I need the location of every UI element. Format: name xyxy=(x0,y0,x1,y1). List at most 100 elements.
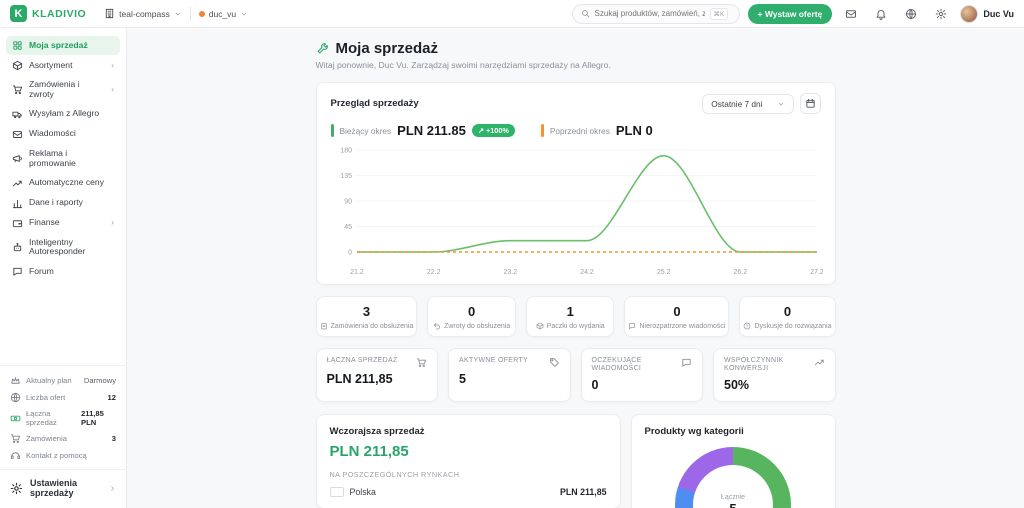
kpi-pending-messages: OCZEKUJĄCE WIADOMOŚCI 0 xyxy=(580,348,703,402)
chevron-down-icon xyxy=(174,10,182,18)
markets-label: NA POSZCZEGÓLNYCH RYNKACH xyxy=(329,469,460,479)
stat-value: 211,85 PLN xyxy=(81,409,104,427)
box-icon xyxy=(12,60,23,71)
sidebar-item-moja-sprzedaz[interactable]: Moja sprzedaż xyxy=(6,36,120,55)
sidebar-item-automatyczne-ceny[interactable]: Automatyczne ceny xyxy=(6,174,120,193)
kpi-label: WSPÓŁCZYNNIK KONWERSJI xyxy=(724,357,784,373)
stat-label: Zamówienia xyxy=(26,434,67,443)
sidebar-item-asortyment[interactable]: Asortyment › xyxy=(6,56,120,75)
sidebar-item-finanse[interactable]: Finanse › xyxy=(6,214,120,233)
quick-value: 3 xyxy=(362,304,371,319)
date-range-select[interactable]: Ostatnie 7 dni xyxy=(702,93,794,114)
quick-value: 0 xyxy=(673,304,681,319)
wallet-icon xyxy=(12,218,23,229)
workspace-dropdown[interactable]: teal-compass xyxy=(104,8,182,19)
bar-chart-icon xyxy=(12,198,23,209)
legend-previous-period: Poprzedni okres PLN 0 xyxy=(540,123,653,138)
globe-icon xyxy=(10,392,21,403)
brand-name: KLADIVIO xyxy=(32,7,87,20)
search-box[interactable]: ⌘K xyxy=(571,3,740,24)
sidebar-item-label: Moja sprzedaż xyxy=(29,39,88,50)
chevron-down-icon xyxy=(240,10,248,18)
legend-label: Poprzedni okres xyxy=(549,125,610,136)
sidebar-item-label: Wysyłam z Allegro xyxy=(29,108,100,119)
settings-label: Ustawienia sprzedaży xyxy=(30,478,78,498)
globe-icon[interactable] xyxy=(900,3,922,25)
page-header: Moja sprzedaż Witaj ponownie, Duc Vu. Za… xyxy=(316,40,836,70)
quick-card-parcels[interactable]: 1 Paczki do wydania xyxy=(525,296,615,337)
kpi-active-offers: AKTYWNE OFERTY 5 xyxy=(448,348,571,402)
bell-icon[interactable] xyxy=(870,3,892,25)
categories-card: Produkty wg kategorii Łącznie 5 xyxy=(630,413,836,508)
market-name: Polska xyxy=(349,486,376,497)
sales-overview-card: Przegląd sprzedaży Ostatnie 7 dni Bieżąc… xyxy=(315,82,836,285)
gear-icon[interactable] xyxy=(930,3,952,25)
legend-color-tick xyxy=(330,124,334,137)
search-input[interactable] xyxy=(594,9,705,18)
kpi-conversion-rate: WSPÓŁCZYNNIK KONWERSJI 50% xyxy=(713,348,836,402)
legend-label: Bieżący okres xyxy=(339,125,392,136)
sidebar-item-forum[interactable]: Forum xyxy=(6,262,120,281)
quick-card-orders-to-handle[interactable]: 3 Zamówienia do obsłużenia xyxy=(315,296,418,337)
svg-text:25.2: 25.2 xyxy=(656,269,670,276)
kpi-label: OCZEKUJĄCE WIADOMOŚCI xyxy=(591,357,642,373)
categories-title: Produkty wg kategorii xyxy=(644,425,744,437)
kpi-value: 5 xyxy=(459,372,466,386)
stat-total-sales: Łączna sprzedaż 211,85 PLN xyxy=(10,406,116,430)
dashboard-icon xyxy=(12,40,23,51)
stat-orders: Zamówienia 3 xyxy=(10,430,116,447)
quick-value: 0 xyxy=(783,304,792,319)
brand-logo[interactable]: K KLADIVIO xyxy=(10,5,86,22)
divider xyxy=(189,6,191,21)
workspace-name: teal-compass xyxy=(119,8,170,19)
svg-text:21.2: 21.2 xyxy=(350,269,364,276)
sales-settings-button[interactable]: Ustawienia sprzedaży xyxy=(0,469,126,502)
mail-icon[interactable] xyxy=(840,3,862,25)
stat-value: Darmowy xyxy=(83,376,116,385)
svg-text:180: 180 xyxy=(340,148,352,155)
main-content: Moja sprzedaż Witaj ponownie, Duc Vu. Za… xyxy=(127,28,1024,508)
cart-icon xyxy=(10,433,21,444)
chart-legend: Bieżący okres PLN 211.85 ↗ +100% Poprzed… xyxy=(330,123,821,138)
page-subtitle: Witaj ponownie, Duc Vu. Zarządzaj swoimi… xyxy=(315,60,611,70)
quick-stats-row: 3 Zamówienia do obsłużenia 0 Zwroty do o… xyxy=(315,296,836,337)
sidebar-item-wiadomosci[interactable]: Wiadomości xyxy=(6,125,120,144)
quick-label: Zwroty do obsłużenia xyxy=(444,322,511,330)
mail-icon xyxy=(12,129,23,140)
bottom-row: Wczorajsza sprzedaż PLN 211,85 NA POSZCZ… xyxy=(315,413,836,508)
sidebar-item-label: Forum xyxy=(29,265,54,276)
quick-card-disputes[interactable]: 0 Dyskusje do rozwiązania xyxy=(739,296,836,337)
kpi-value: PLN 211,85 xyxy=(326,372,393,386)
building-icon xyxy=(104,8,115,19)
page-title: Moja sprzedaż xyxy=(335,40,439,57)
stat-value: 12 xyxy=(107,393,116,402)
return-icon xyxy=(433,322,441,330)
svg-text:24.2: 24.2 xyxy=(580,269,594,276)
sidebar-item-wysylam[interactable]: Wysyłam z Allegro xyxy=(6,105,120,124)
chevron-right-icon: › xyxy=(111,217,114,228)
account-dropdown[interactable]: duc_vu xyxy=(198,9,248,19)
svg-text:22.2: 22.2 xyxy=(426,269,440,276)
quick-label: Dyskusje do rozwiązania xyxy=(754,322,832,330)
sidebar-item-dane-raporty[interactable]: Dane i raporty xyxy=(6,194,120,213)
sidebar-item-autoresponder[interactable]: Inteligentny Autoresponder xyxy=(6,234,120,262)
create-offer-button[interactable]: + Wystaw ofertę xyxy=(747,3,833,24)
user-name: Duc Vu xyxy=(983,8,1014,19)
user-menu[interactable]: Duc Vu xyxy=(960,4,1014,23)
alert-icon xyxy=(743,322,751,330)
sidebar-item-reklama[interactable]: Reklama i promowanie xyxy=(6,145,120,173)
quick-card-returns[interactable]: 0 Zwroty do obsłużenia xyxy=(427,296,516,337)
trend-icon xyxy=(12,178,23,189)
sidebar-item-zamowienia[interactable]: Zamówienia i zwroty › xyxy=(6,76,120,104)
kpi-value: 50% xyxy=(724,377,750,392)
package-icon xyxy=(536,322,544,330)
stat-label: Łączna sprzedaż xyxy=(26,409,57,427)
yesterday-sales-card: Wczorajsza sprzedaż PLN 211,85 NA POSZCZ… xyxy=(315,413,621,508)
megaphone-icon xyxy=(12,153,23,164)
chevron-right-icon: › xyxy=(111,83,114,94)
sidebar-item-label: Wiadomości xyxy=(29,128,76,139)
calendar-button[interactable] xyxy=(799,93,821,114)
svg-text:0: 0 xyxy=(348,250,352,257)
support-link[interactable]: Kontakt z pomocą xyxy=(10,447,116,464)
quick-card-messages[interactable]: 0 Nierozpatrzone wiadomości xyxy=(624,296,730,337)
